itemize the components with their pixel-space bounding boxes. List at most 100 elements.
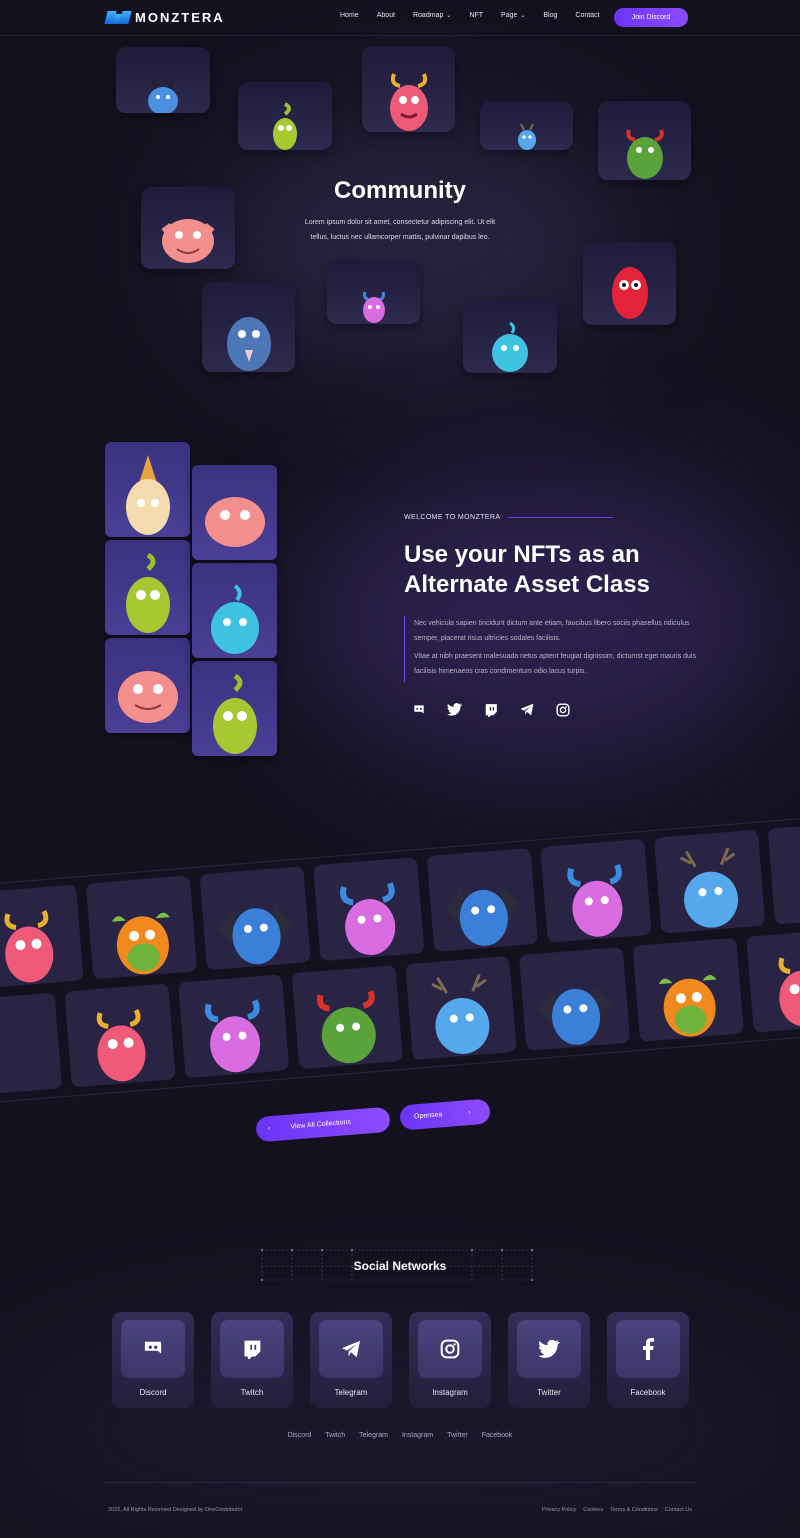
about-paragraph: Nec vehicula sapien tincidunt dictum ant… [414, 620, 690, 642]
social-card-twitch[interactable]: Twitch [211, 1312, 293, 1408]
community-text: Lorem ipsum dolor sit amet, consectetur … [304, 219, 496, 241]
footer-link-telegram[interactable]: Telegram [359, 1432, 388, 1439]
footer-link-instagram[interactable]: Instagram [402, 1432, 433, 1439]
community-nft-card [463, 299, 557, 373]
twitch-icon [220, 1320, 284, 1378]
green-spotted-monster-image [125, 552, 170, 633]
twitter-icon [517, 1320, 581, 1378]
collection-nft-card[interactable] [199, 866, 311, 971]
twitter-icon[interactable] [447, 702, 462, 717]
cyan-monster-image [210, 584, 259, 654]
logo-text: MONZTERA [135, 10, 225, 25]
pink-monster-image [778, 954, 800, 1027]
social-card-facebook[interactable]: Facebook [607, 1312, 689, 1408]
community-nft-card [238, 82, 332, 150]
collection-nft-card[interactable] [540, 838, 652, 943]
blue-fuzzy-monster-image [226, 317, 271, 371]
discord-icon [121, 1320, 185, 1378]
nav-item-about[interactable]: About [377, 12, 395, 19]
orange-monster-image [658, 974, 717, 1037]
nav-item-blog[interactable]: Blog [543, 12, 557, 19]
social-card-twitter[interactable]: Twitter [508, 1312, 590, 1408]
cyan-monster-image [492, 321, 528, 372]
blue-monster-image [148, 80, 178, 113]
green-monster-image [316, 990, 376, 1064]
blue-bat-monster-image [445, 886, 521, 946]
footer-link-facebook[interactable]: Facebook [482, 1432, 513, 1439]
nav-item-contact[interactable]: Contact [575, 12, 599, 19]
contact-us-link[interactable]: Contact Us [665, 1507, 692, 1513]
collection-nft-card[interactable] [746, 928, 800, 1033]
green-spotted-monster-image [212, 673, 257, 754]
chevron-down-icon: ⌄ [520, 13, 526, 19]
nav-item-home[interactable]: Home [340, 12, 359, 19]
carousel-track [0, 811, 800, 1123]
green-monster-image [273, 102, 297, 150]
collection-nft-card[interactable] [426, 847, 539, 952]
community-nft-card [116, 47, 210, 113]
instagram-icon[interactable] [555, 702, 570, 717]
facebook-icon [616, 1320, 680, 1378]
about-eyebrow: WELCOME TO MONZTERA [404, 514, 614, 521]
gallery-nft-card [105, 638, 190, 733]
blue-monster-image [517, 123, 536, 150]
blue-antler-monster-image [679, 847, 739, 928]
nav-item-page[interactable]: Page ⌄ [501, 12, 525, 19]
collection-nft-card[interactable] [653, 829, 766, 934]
pink-pig-monster-image [161, 219, 215, 263]
pink-monster-image [4, 910, 54, 983]
privacy-policy-link[interactable]: Privacy Policy [542, 1507, 576, 1513]
discord-icon[interactable] [411, 702, 426, 717]
community-nft-card [327, 262, 420, 324]
collection-nft-card[interactable] [0, 884, 84, 989]
collection-nft-card[interactable] [85, 875, 198, 980]
orange-monster-image [111, 912, 170, 975]
cookies-link[interactable]: Cookies [583, 1507, 603, 1513]
about-paragraph: Vitae at nibh praesent malesuada netus a… [414, 653, 696, 675]
about-social-icons [411, 702, 570, 717]
social-card-instagram[interactable]: Instagram [409, 1312, 491, 1408]
gallery-nft-card [192, 661, 277, 756]
chevron-left-icon: ‹ [267, 1125, 271, 1133]
collection-nft-card[interactable] [405, 956, 517, 1061]
footer-divider [104, 1482, 696, 1483]
blue-antler-monster-image [431, 973, 490, 1054]
twitch-icon[interactable] [483, 702, 498, 717]
collection-nft-card[interactable] [518, 946, 631, 1051]
nav-item-nft[interactable]: NFT [469, 12, 483, 19]
copyright-text: 2022, All Rights Reserved Designed by On… [108, 1507, 243, 1513]
social-card-telegram[interactable]: Telegram [310, 1312, 392, 1408]
collection-nft-card[interactable] [0, 992, 63, 1097]
nav-item-roadmap[interactable]: Roadmap ⌄ [413, 12, 451, 19]
collection-nft-card[interactable] [64, 983, 176, 1088]
logo[interactable]: MONZTERA [104, 10, 225, 25]
collection-nft-card[interactable] [178, 974, 290, 1079]
collection-nft-card[interactable] [632, 937, 744, 1042]
view-all-collections-button[interactable]: ‹ View All Collections [255, 1106, 391, 1143]
opensea-button[interactable]: Opensea › [399, 1098, 491, 1131]
footer-link-discord[interactable]: Discord [288, 1432, 312, 1439]
about-body: Nec vehicula sapien tincidunt dictum ant… [404, 616, 704, 682]
instagram-icon [418, 1320, 482, 1378]
collection-nft-card[interactable] [313, 857, 425, 962]
join-discord-button[interactable]: Join Discord [614, 8, 688, 27]
site-header: MONZTERA Home About Roadmap ⌄ NFT Page ⌄ B… [0, 0, 800, 36]
pink-monster-image [389, 73, 428, 131]
pink-pig-monster-image [204, 497, 265, 547]
telegram-icon[interactable] [519, 702, 534, 717]
chevron-down-icon: ⌄ [446, 13, 452, 19]
collection-nft-card[interactable] [291, 965, 404, 1070]
footer-link-twitter[interactable]: Twitter [447, 1432, 468, 1439]
footer-link-twitch[interactable]: Twitch [325, 1432, 345, 1439]
main-nav: Home About Roadmap ⌄ NFT Page ⌄ Blog Conta… [340, 12, 618, 19]
purple-monster-image [362, 291, 385, 323]
social-networks-title: Social Networks [353, 1259, 447, 1273]
legal-links: Privacy Policy Cookies Terms & Condition… [542, 1507, 692, 1513]
collection-nft-card[interactable] [767, 820, 800, 925]
community-nft-card [583, 242, 676, 325]
pink-monster-image [96, 1008, 146, 1082]
terms-link[interactable]: Terms & Conditions [610, 1507, 658, 1513]
gallery-nft-card [105, 442, 190, 537]
community-title: Community [334, 177, 466, 204]
social-card-discord[interactable]: Discord [112, 1312, 194, 1408]
